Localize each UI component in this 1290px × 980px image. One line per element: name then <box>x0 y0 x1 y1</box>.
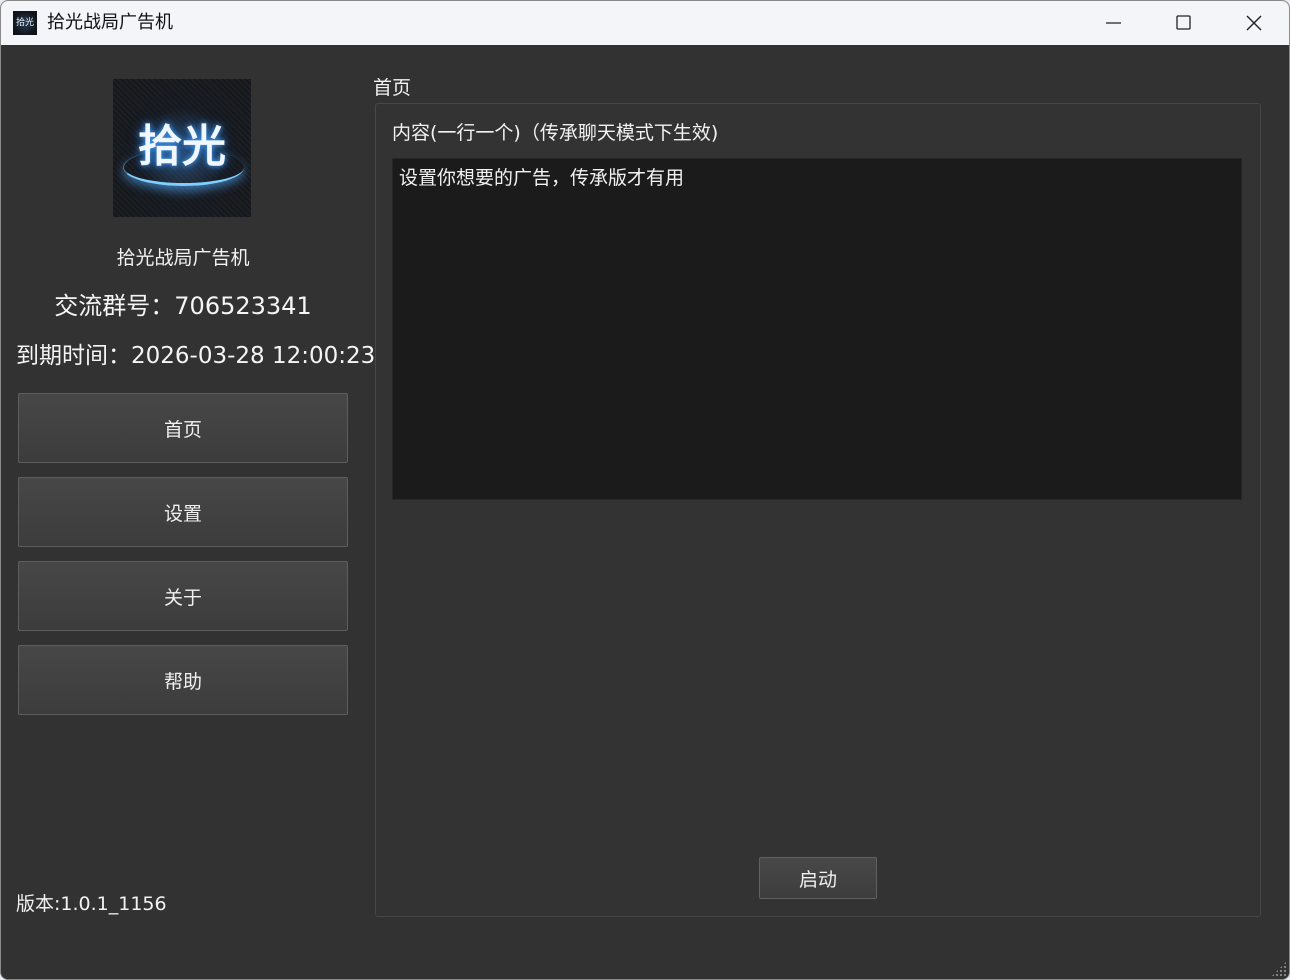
app-window: 拾光 拾光战局广告机 拾光 拾光战局广告机 交流群号：706523341 到期时 <box>0 0 1290 980</box>
group-number: 交流群号：706523341 <box>54 292 312 320</box>
nav-home-button[interactable]: 首页 <box>18 393 348 463</box>
close-button[interactable] <box>1219 1 1289 45</box>
maximize-icon <box>1176 15 1191 30</box>
nav-settings-button[interactable]: 设置 <box>18 477 348 547</box>
app-name: 拾光战局广告机 <box>116 247 250 269</box>
page-title: 首页 <box>373 77 412 99</box>
window-title: 拾光战局广告机 <box>47 12 173 33</box>
title-bar[interactable]: 拾光 拾光战局广告机 <box>1 1 1289 45</box>
version-label: 版本:1.0.1_1156 <box>16 893 167 915</box>
expire-time: 到期时间：2026-03-28 12:00:23 <box>16 343 376 369</box>
minimize-icon <box>1106 22 1121 24</box>
content-area: 拾光 拾光战局广告机 交流群号：706523341 到期时间：2026-03-2… <box>1 45 1289 979</box>
resize-grip[interactable] <box>1271 961 1287 977</box>
close-icon <box>1246 15 1262 31</box>
app-logo-icon: 拾光 <box>13 11 37 35</box>
content-label: 内容(一行一个)（传承聊天模式下生效) <box>392 122 719 144</box>
logo-text: 拾光 <box>138 121 226 172</box>
minimize-button[interactable] <box>1079 1 1149 45</box>
maximize-button[interactable] <box>1149 1 1219 45</box>
start-button[interactable]: 启动 <box>759 857 877 899</box>
app-logo: 拾光 <box>113 79 251 217</box>
ad-content-textarea[interactable]: 设置你想要的广告，传承版才有用 <box>392 158 1242 500</box>
home-panel: 内容(一行一个)（传承聊天模式下生效) 设置你想要的广告，传承版才有用 启动 <box>375 103 1261 917</box>
nav-help-button[interactable]: 帮助 <box>18 645 348 715</box>
nav-about-button[interactable]: 关于 <box>18 561 348 631</box>
